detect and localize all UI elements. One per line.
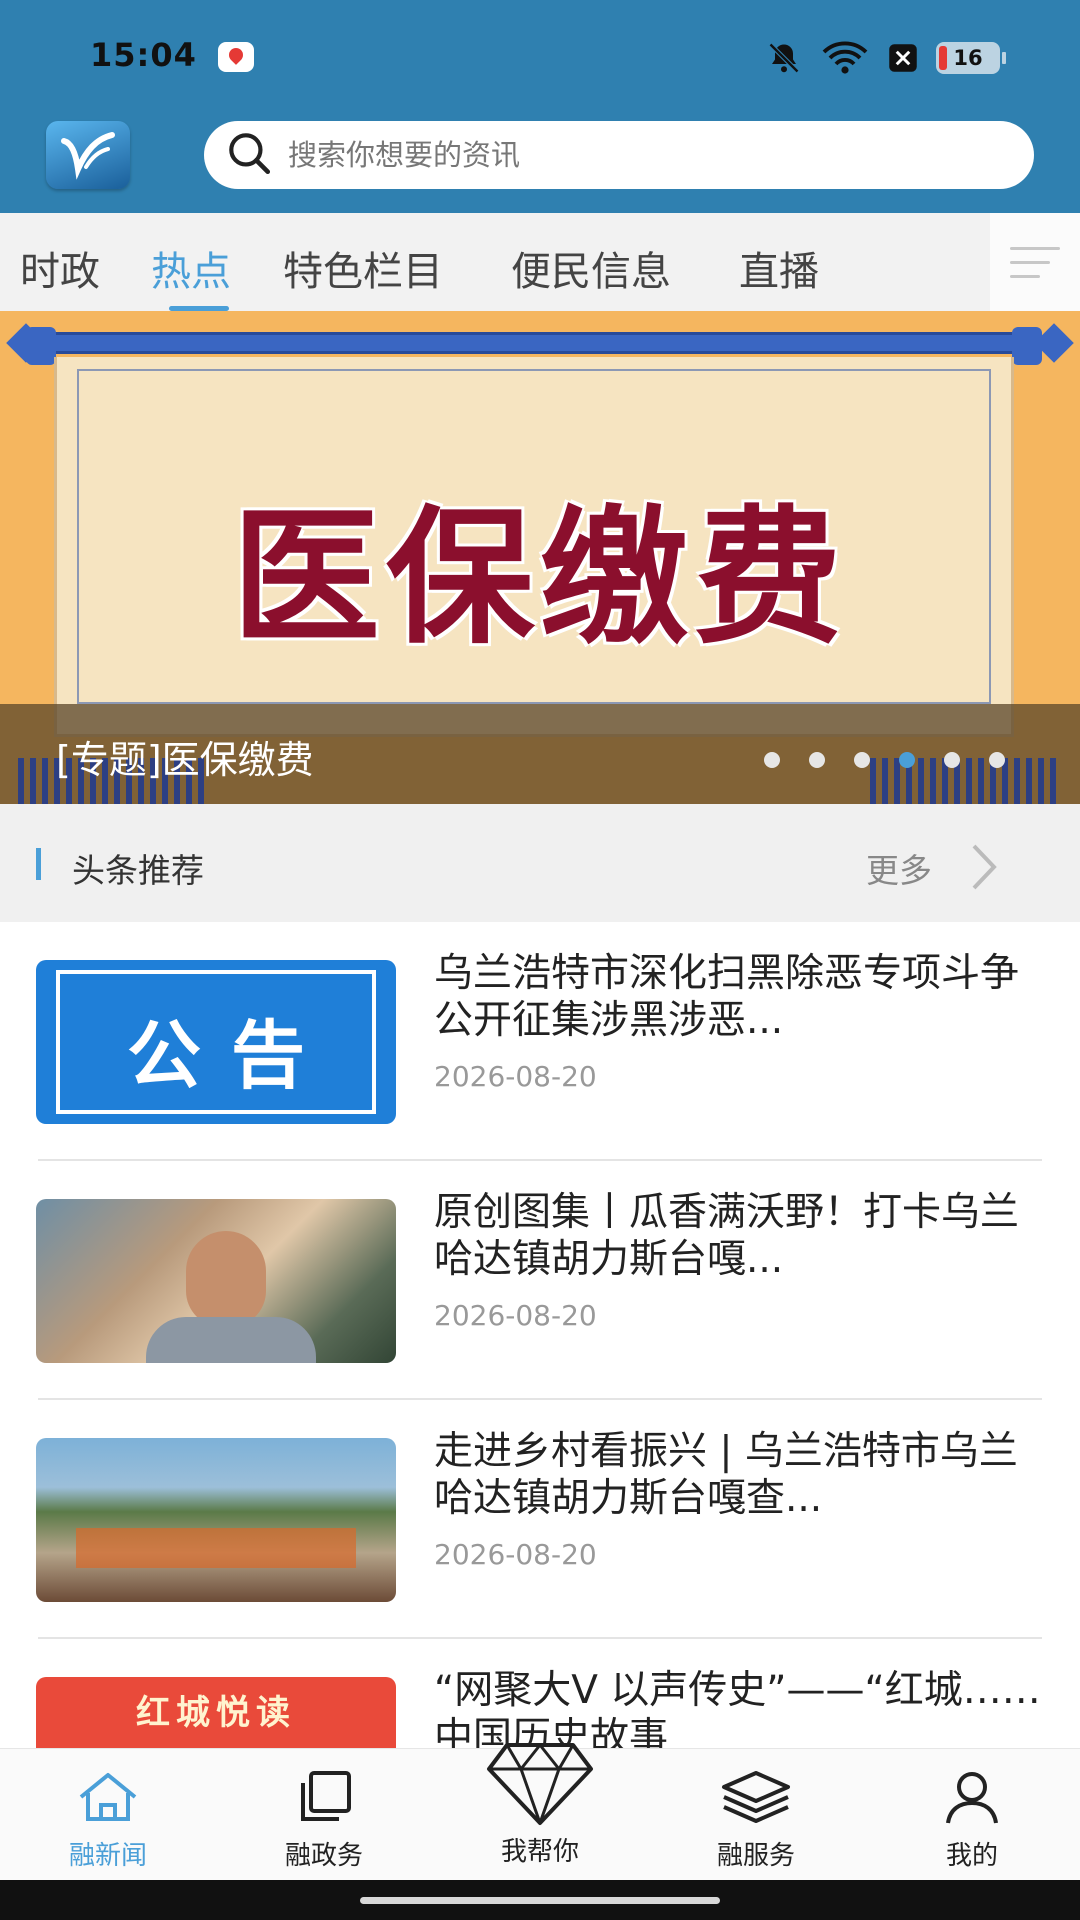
- chevron-right-icon[interactable]: [966, 842, 1000, 896]
- user-icon: [942, 1767, 1002, 1831]
- search-bar[interactable]: [204, 121, 1034, 189]
- nav-rong-fuwu[interactable]: 融服务: [648, 1749, 864, 1881]
- nav-label: 融政务: [284, 1841, 363, 1871]
- thumbnail-text: 红城悦读: [136, 1693, 296, 1733]
- nav-label: 融服务: [716, 1841, 795, 1871]
- carousel-dot[interactable]: [764, 752, 780, 768]
- news-title: 走进乡村看振兴 | 乌兰浩特市乌兰哈达镇胡力斯台嘎查...: [434, 1429, 1018, 1521]
- battery-icon: 16: [936, 42, 1006, 74]
- news-title: 原创图集丨瓜香满沃野！打卡乌兰哈达镇胡力斯台嘎...: [434, 1190, 1020, 1282]
- tab-zhibo[interactable]: 直播: [739, 239, 819, 297]
- system-gesture-area: [0, 1880, 1080, 1920]
- carousel-dots: [764, 752, 1005, 768]
- news-thumbnail: [36, 1199, 396, 1363]
- app-header: 15:04 16: [0, 0, 1080, 213]
- nav-label: 融新闻: [68, 1841, 147, 1871]
- more-link[interactable]: 更多: [866, 844, 932, 892]
- wifi-icon: [820, 40, 870, 76]
- carousel-dot[interactable]: [944, 752, 960, 768]
- nav-wode[interactable]: 我的: [864, 1749, 1080, 1881]
- news-thumbnail: [36, 1438, 396, 1602]
- search-input[interactable]: [288, 138, 988, 172]
- banner-carousel[interactable]: 医保缴费 [专题]医保缴费: [0, 311, 1080, 804]
- tab-shizheng[interactable]: 时政: [20, 239, 100, 297]
- news-date: 2026-08-20: [434, 1060, 597, 1093]
- headline-section-header: 头条推荐 更多: [0, 804, 1080, 922]
- thumbnail-text: 公告: [127, 1013, 335, 1099]
- du-app-icon: [218, 42, 254, 72]
- scroll-rod: [52, 332, 1012, 354]
- category-tabs: 时政 热点 特色栏目 便民信息 直播: [0, 213, 1080, 311]
- tab-menu-button[interactable]: [990, 213, 1080, 311]
- status-icons: 16: [766, 38, 1006, 78]
- carousel-dot-active[interactable]: [899, 752, 915, 768]
- tab-redian[interactable]: 热点: [151, 239, 231, 297]
- news-title: 乌兰浩特市深化扫黑除恶专项斗争公开征集涉黑涉恶...: [434, 951, 1020, 1043]
- status-time: 15:04: [90, 36, 197, 74]
- news-date: 2026-08-20: [434, 1538, 597, 1571]
- nav-rong-zhengwu[interactable]: 融政务: [216, 1749, 432, 1881]
- news-item[interactable]: 走进乡村看振兴 | 乌兰浩特市乌兰哈达镇胡力斯台嘎查... 2026-08-20: [0, 1400, 1080, 1639]
- nav-rong-xinwen[interactable]: 融新闻: [0, 1749, 216, 1881]
- section-title: 头条推荐: [72, 851, 204, 890]
- news-item[interactable]: 公告 乌兰浩特市深化扫黑除恶专项斗争公开征集涉黑涉恶... 2026-08-20: [0, 922, 1080, 1161]
- section-accent-bar: [36, 848, 41, 880]
- carousel-dot[interactable]: [809, 752, 825, 768]
- nav-label: 我的: [945, 1841, 998, 1871]
- app-logo[interactable]: [46, 121, 130, 189]
- tab-bianmin-xinxi[interactable]: 便民信息: [511, 239, 671, 297]
- banner-image-text: 医保缴费: [232, 490, 848, 664]
- nav-label: 我帮你: [500, 1837, 579, 1867]
- close-box-icon: [888, 43, 918, 73]
- diamond-icon: [485, 1739, 595, 1831]
- news-item[interactable]: 原创图集丨瓜香满沃野！打卡乌兰哈达镇胡力斯台嘎... 2026-08-20: [0, 1161, 1080, 1400]
- bottom-navigation: 融新闻 融政务 我帮你 融服务 我的: [0, 1743, 1080, 1881]
- nav-wo-bang-ni[interactable]: 我帮你: [432, 1743, 648, 1881]
- carousel-dot[interactable]: [854, 752, 870, 768]
- search-icon: [224, 128, 274, 182]
- bell-muted-icon: [766, 40, 802, 76]
- carousel-dot[interactable]: [989, 752, 1005, 768]
- home-gesture-bar[interactable]: [360, 1897, 720, 1904]
- news-thumbnail: 公告: [36, 960, 396, 1124]
- news-date: 2026-08-20: [434, 1299, 597, 1332]
- tab-tese-lanmu[interactable]: 特色栏目: [283, 239, 443, 297]
- layers-squares-icon: [291, 1767, 357, 1831]
- home-icon: [75, 1767, 141, 1831]
- stack-icon: [718, 1767, 794, 1831]
- banner-caption: [专题]医保缴费: [56, 738, 314, 782]
